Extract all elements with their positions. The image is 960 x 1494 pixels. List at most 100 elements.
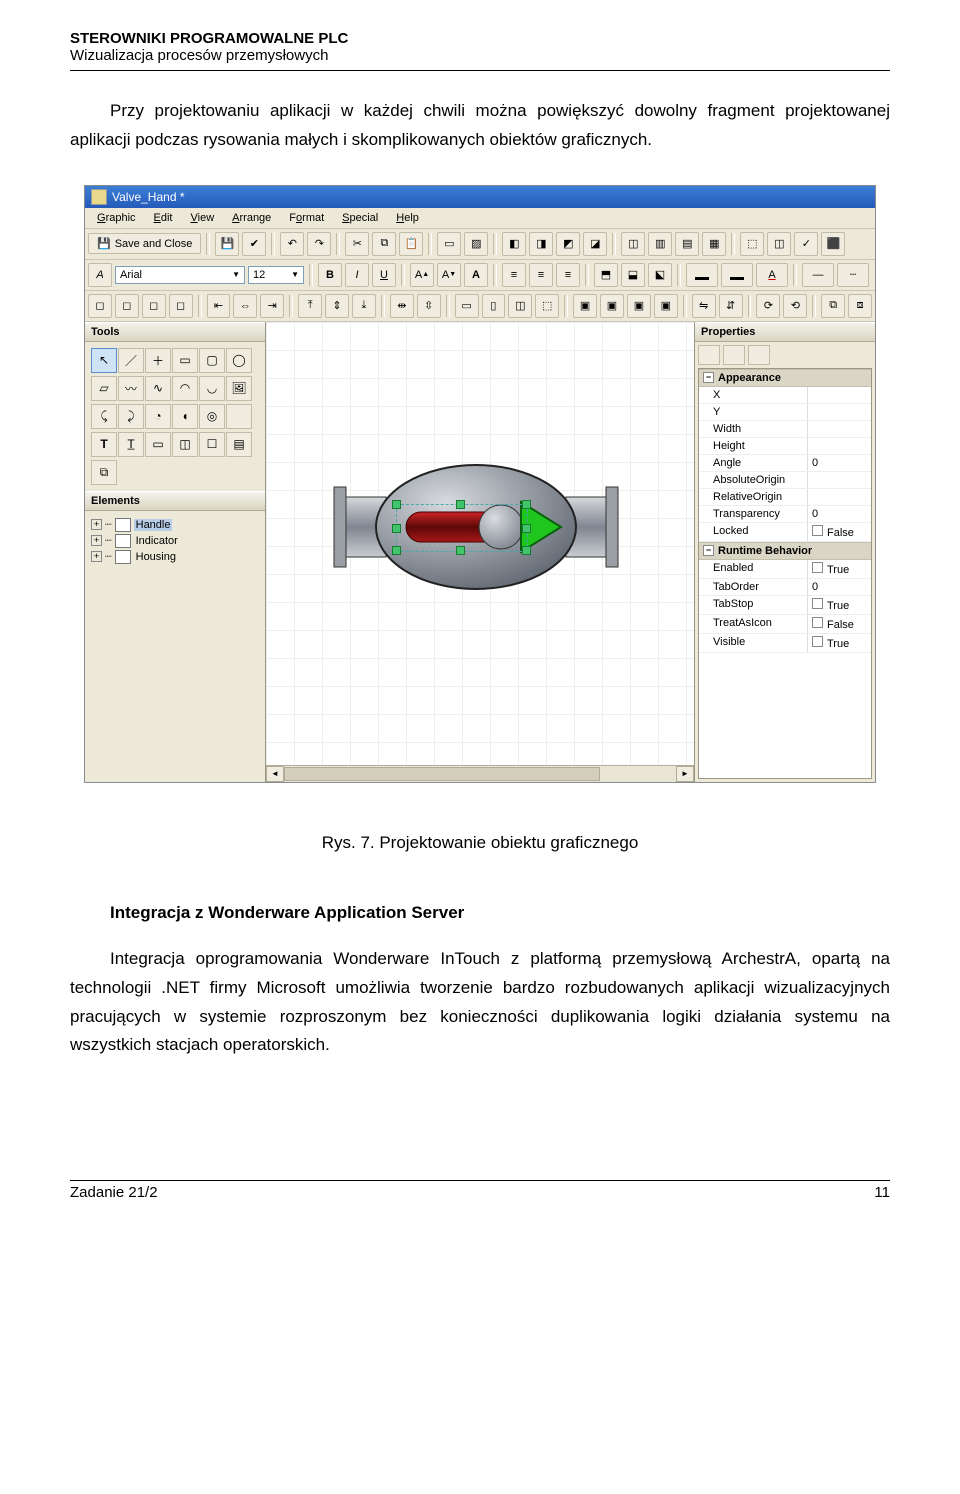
tool-button[interactable]: ▭ (145, 432, 171, 457)
menu-arrange[interactable]: Arrange (224, 210, 279, 226)
tool-pointer[interactable]: ↖ (91, 348, 117, 373)
prop-value[interactable]: 0 (808, 506, 871, 522)
cut-button[interactable]: ✂ (345, 232, 369, 256)
tool-x[interactable] (226, 404, 252, 429)
underline-button[interactable]: U (372, 263, 396, 287)
menu-edit[interactable]: Edit (146, 210, 181, 226)
tool-text[interactable]: T (91, 432, 117, 457)
expand-icon[interactable]: + (91, 535, 102, 546)
copy-button[interactable]: ⧉ (372, 232, 396, 256)
arr-c[interactable]: ◻ (142, 294, 166, 318)
sp-d[interactable]: ⬚ (535, 294, 559, 318)
tool-pie[interactable]: ◔ (145, 404, 171, 429)
collapse-icon[interactable]: − (703, 372, 714, 383)
menu-special[interactable]: Special (334, 210, 386, 226)
scroll-left-icon[interactable]: ◄ (266, 766, 284, 782)
element-handle[interactable]: + ┈ Handle (89, 517, 261, 533)
al-left[interactable]: ⇤ (207, 294, 231, 318)
element-housing[interactable]: + ┈ Housing (89, 549, 261, 565)
line-style[interactable]: ┄ (837, 263, 869, 287)
font-shrink[interactable]: A▼ (437, 263, 461, 287)
prop-value[interactable]: True (808, 634, 871, 652)
expand-icon[interactable]: + (91, 519, 102, 530)
prop-value[interactable] (808, 438, 871, 454)
prop-row[interactable]: AbsoluteOrigin (699, 472, 871, 489)
rot-ccw[interactable]: ⟲ (783, 294, 807, 318)
valign-top[interactable]: ⬒ (594, 263, 618, 287)
titlebar[interactable]: Valve_Hand * (85, 186, 875, 208)
grp[interactable]: ⧉ (821, 294, 845, 318)
menu-graphic[interactable]: Graphic (89, 210, 144, 226)
prop-row[interactable]: Height (699, 438, 871, 455)
prop-row[interactable]: RelativeOrigin (699, 489, 871, 506)
tool-curve[interactable]: ∿ (145, 376, 171, 401)
ord-d[interactable]: ▣ (654, 294, 678, 318)
tool-btn-c[interactable]: ◧ (502, 232, 526, 256)
prop-value[interactable] (808, 489, 871, 505)
tool-btn-i[interactable]: ▤ (675, 232, 699, 256)
sp-c[interactable]: ◫ (508, 294, 532, 318)
expand-icon[interactable]: + (91, 551, 102, 562)
flip-h[interactable]: ⇋ (692, 294, 716, 318)
tool-chord[interactable]: ◖ (172, 404, 198, 429)
text-color[interactable]: A (756, 263, 788, 287)
collapse-icon[interactable]: − (703, 545, 714, 556)
tool-win2[interactable]: ▤ (226, 432, 252, 457)
tool-btn-j[interactable]: ▦ (702, 232, 726, 256)
prop-row[interactable]: Y (699, 404, 871, 421)
tool-btn-g[interactable]: ◫ (621, 232, 645, 256)
prop-row[interactable]: TreatAsIconFalse (699, 615, 871, 634)
al-bot[interactable]: ⤓ (352, 294, 376, 318)
tool-poly[interactable]: ▱ (91, 376, 117, 401)
prop-row[interactable]: Transparency0 (699, 506, 871, 523)
font-tool-icon[interactable]: A (88, 263, 112, 287)
align-right[interactable]: ≡ (556, 263, 580, 287)
prop-row[interactable]: LockedFalse (699, 523, 871, 542)
tool-ellipse[interactable]: ◯ (226, 348, 252, 373)
prop-row[interactable]: TabOrder0 (699, 579, 871, 596)
handle-sw[interactable] (392, 546, 401, 555)
handle-n[interactable] (456, 500, 465, 509)
align-left[interactable]: ≡ (502, 263, 526, 287)
al-right[interactable]: ⇥ (260, 294, 284, 318)
canvas[interactable]: ◄ ► (266, 322, 695, 782)
sp-a[interactable]: ▭ (455, 294, 479, 318)
handle-w[interactable] (392, 524, 401, 533)
tool-btn-k[interactable]: ⬚ (740, 232, 764, 256)
redo-button[interactable]: ↷ (307, 232, 331, 256)
tool-embed[interactable]: ⧉ (91, 460, 117, 485)
al-mid[interactable]: ⇕ (325, 294, 349, 318)
tool-arc2[interactable]: ⤹ (91, 404, 117, 429)
sp-b[interactable]: ▯ (482, 294, 506, 318)
prop-value[interactable]: True (808, 560, 871, 578)
check-icon-btn[interactable]: ✔ (242, 232, 266, 256)
prop-filter-btn[interactable] (748, 345, 770, 365)
scrollbar-h[interactable]: ◄ ► (266, 765, 694, 782)
tool-ring[interactable]: ◎ (199, 404, 225, 429)
prop-row[interactable]: TabStopTrue (699, 596, 871, 615)
prop-value[interactable]: True (808, 596, 871, 614)
valign-bot[interactable]: ⬕ (648, 263, 672, 287)
prop-value[interactable]: 0 (808, 455, 871, 471)
tool-roundrect[interactable]: ▢ (199, 348, 225, 373)
ord-a[interactable]: ▣ (573, 294, 597, 318)
prop-value[interactable]: False (808, 523, 871, 541)
scroll-thumb[interactable] (284, 767, 600, 781)
menu-help[interactable]: Help (388, 210, 427, 226)
tool-rect[interactable]: ▭ (172, 348, 198, 373)
arr-d[interactable]: ◻ (169, 294, 193, 318)
paste-button[interactable]: 📋 (399, 232, 423, 256)
prop-category[interactable]: −Appearance (699, 369, 871, 387)
al-top[interactable]: ⤒ (298, 294, 322, 318)
align-center[interactable]: ≡ (529, 263, 553, 287)
valve-graphic[interactable] (326, 442, 626, 612)
arr-a[interactable]: ◻ (88, 294, 112, 318)
tool-status[interactable]: ◫ (172, 432, 198, 457)
valign-mid[interactable]: ⬓ (621, 263, 645, 287)
font-style-a[interactable]: A (464, 263, 488, 287)
dist-h[interactable]: ⇹ (390, 294, 414, 318)
tool-btn-f[interactable]: ◪ (583, 232, 607, 256)
tool-win[interactable]: ☐ (199, 432, 225, 457)
prop-value[interactable] (808, 404, 871, 420)
prop-row[interactable]: Width (699, 421, 871, 438)
